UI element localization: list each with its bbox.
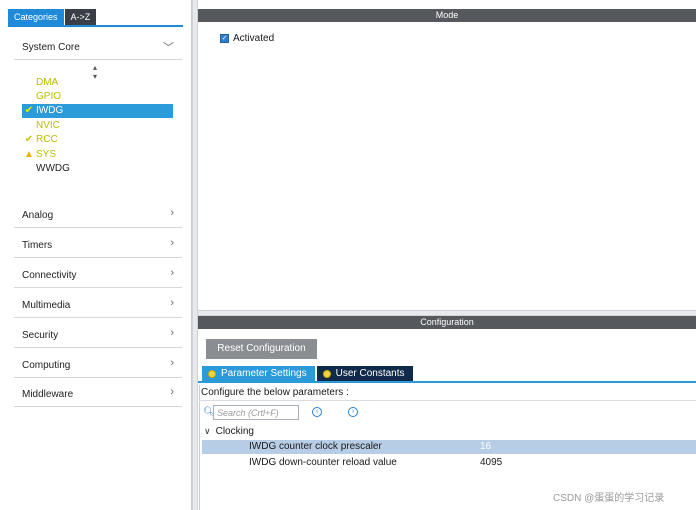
watermark: CSDN @蛋蛋的学习记录 <box>553 493 665 504</box>
group-label: Connectivity <box>22 270 77 281</box>
warning-icon: ▲ <box>24 149 34 160</box>
chevron-right-icon: › <box>170 357 174 369</box>
group-label: Security <box>22 330 59 341</box>
param-value[interactable]: 4095 <box>480 456 502 470</box>
chevron-right-icon: › <box>170 327 174 339</box>
param-row-reload-value[interactable]: IWDG down-counter reload value 4095 <box>202 456 696 470</box>
tab-label: Parameter Settings <box>221 368 307 379</box>
activated-label: Activated <box>233 33 275 44</box>
status-dot-icon <box>322 369 331 378</box>
param-name: IWDG down-counter reload value <box>249 457 397 468</box>
chevron-right-icon: › <box>170 297 174 309</box>
group-multimedia[interactable]: Multimedia › <box>14 288 182 318</box>
checkbox-checked-icon[interactable]: ✓ <box>220 34 229 43</box>
peripheral-item-gpio[interactable]: GPIO <box>22 90 173 104</box>
group-timers[interactable]: Timers › <box>14 228 182 258</box>
divider <box>199 400 696 401</box>
category-tabs: Categories A->Z <box>8 9 97 25</box>
vertical-splitter[interactable] <box>192 0 198 510</box>
configure-label: Configure the below parameters : <box>201 387 349 398</box>
tab-categories[interactable]: Categories <box>8 9 64 25</box>
tab-label: User Constants <box>335 368 405 379</box>
checkmark-icon: ✔ <box>24 134 34 145</box>
peripheral-label: SYS <box>36 149 57 160</box>
group-security[interactable]: Security › <box>14 318 182 348</box>
peripheral-label: NVIC <box>36 120 60 131</box>
peripheral-label: IWDG <box>36 105 64 116</box>
tab-user-constants[interactable]: User Constants <box>316 366 413 381</box>
peripheral-item-iwdg[interactable]: ✔ IWDG <box>22 104 173 118</box>
peripheral-label: GPIO <box>36 91 62 102</box>
chevron-right-icon: › <box>170 207 174 219</box>
peripheral-item-rcc[interactable]: ✔ RCC <box>22 133 173 147</box>
activated-checkbox[interactable]: ✓ Activated <box>220 33 274 44</box>
group-label: Computing <box>22 360 71 371</box>
group-clocking[interactable]: ∨ Clocking <box>204 426 254 437</box>
tab-parameter-settings[interactable]: Parameter Settings <box>202 366 315 381</box>
chevron-down-icon: ﹀ <box>163 42 174 54</box>
chevron-right-icon: › <box>170 267 174 279</box>
chevron-right-icon: › <box>170 386 174 398</box>
group-label: Clocking <box>215 426 254 437</box>
mode-header: Mode <box>198 9 696 22</box>
config-tabs: Parameter Settings User Constants <box>202 366 413 381</box>
group-analog[interactable]: Analog › <box>14 198 182 228</box>
group-system-core[interactable]: System Core ﹀ <box>14 30 182 60</box>
chevron-right-icon: › <box>170 237 174 249</box>
group-connectivity[interactable]: Connectivity › <box>14 258 182 288</box>
param-value[interactable]: 16 <box>480 440 491 454</box>
group-label: Multimedia <box>22 300 71 311</box>
param-name: IWDG counter clock prescaler <box>249 441 382 452</box>
group-label: Analog <box>22 210 54 221</box>
peripheral-label: RCC <box>36 134 58 145</box>
next-match-icon[interactable]: › <box>348 407 358 417</box>
tab-a-z[interactable]: A->Z <box>63 9 97 25</box>
reset-configuration-button[interactable]: Reset Configuration <box>206 339 317 359</box>
param-row-prescaler[interactable]: IWDG counter clock prescaler 16 <box>202 440 696 454</box>
group-label: Middleware <box>22 389 74 400</box>
status-dot-icon <box>208 369 216 378</box>
group-label: Timers <box>22 240 53 251</box>
group-computing[interactable]: Computing › <box>14 348 182 378</box>
left-panel: Categories A->Z System Core ﹀ ▴ ▾ DMA GPI… <box>0 0 192 510</box>
search-input[interactable] <box>213 405 299 420</box>
group-label: System Core <box>22 42 80 53</box>
peripheral-label: WWDG <box>36 163 70 174</box>
configuration-header: Configuration <box>198 316 696 329</box>
chevron-down-icon: ∨ <box>204 426 211 436</box>
tab-underline <box>198 381 696 383</box>
peripheral-label: DMA <box>36 77 59 88</box>
checkmark-icon: ✔ <box>24 105 34 116</box>
peripheral-item-wwdg[interactable]: WWDG <box>22 162 173 176</box>
group-middleware[interactable]: Middleware › <box>14 377 182 407</box>
tab-underline <box>8 25 183 27</box>
peripheral-item-dma[interactable]: DMA <box>22 76 173 90</box>
peripheral-item-sys[interactable]: ▲ SYS <box>22 148 173 162</box>
peripheral-item-nvic[interactable]: NVIC <box>22 119 173 133</box>
previous-match-icon[interactable]: ‹ <box>312 407 322 417</box>
